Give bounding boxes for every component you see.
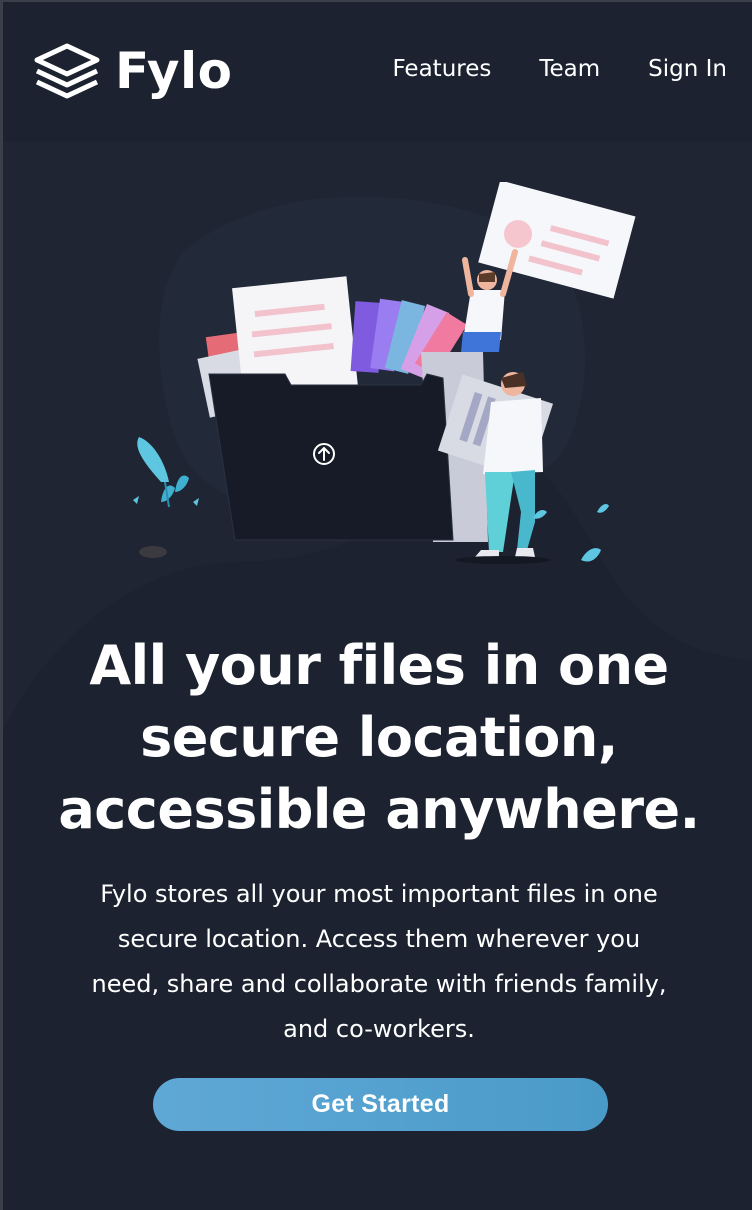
hero-description-line: Fylo stores all your most important file…	[100, 880, 658, 908]
get-started-button[interactable]: Get Started	[153, 1078, 608, 1131]
hero-illustration	[133, 182, 636, 564]
hero-title-line: All your files in one	[89, 634, 669, 697]
decorative-leaves	[533, 504, 609, 562]
stacked-layers-icon	[34, 43, 100, 99]
nav-link-sign-in[interactable]: Sign In	[648, 54, 727, 84]
folder	[208, 373, 454, 541]
top-navigation: Fylo Features Team Sign In	[3, 2, 752, 142]
nav-link-features[interactable]: Features	[392, 54, 491, 84]
hero-title-line: secure location,	[140, 706, 618, 769]
hero-title: All your files in one secure location, a…	[43, 630, 715, 846]
nav-links: Features Team Sign In	[392, 54, 727, 84]
brand-name: Fylo	[115, 42, 233, 100]
hero-description: Fylo stores all your most important file…	[63, 872, 695, 1052]
landing-page: Fylo Features Team Sign In All your file…	[0, 0, 752, 1210]
brand-logo[interactable]: Fylo	[33, 42, 233, 100]
hero-description-line: need, share and collaborate with friends…	[91, 970, 667, 998]
decorative-plant	[133, 437, 199, 558]
person-top	[461, 182, 636, 352]
nav-link-team[interactable]: Team	[539, 54, 600, 84]
hero-title-line: accessible anywhere.	[58, 778, 700, 841]
hero-description-line: and co-workers.	[283, 1015, 475, 1043]
hero-description-line: secure location. Access them wherever yo…	[117, 925, 641, 953]
